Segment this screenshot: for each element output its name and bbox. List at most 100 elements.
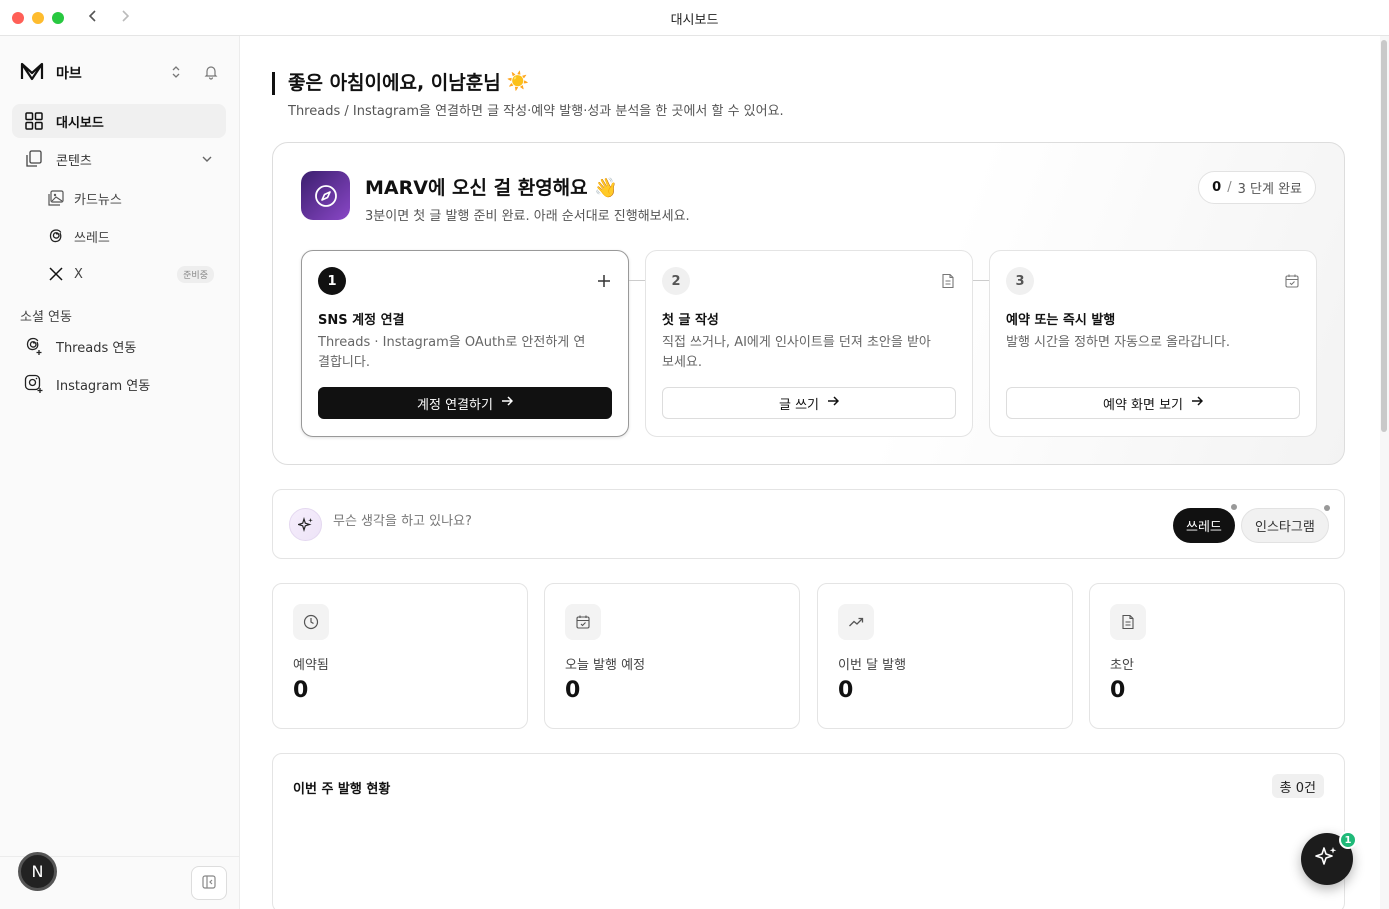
sidebar-item-threads-connect[interactable]: Threads 연동 <box>12 329 226 363</box>
sidebar-item-cardnews[interactable]: 카드뉴스 <box>36 182 226 214</box>
stat-label: 초안 <box>1110 658 1134 673</box>
sidebar-item-x[interactable]: X 준비중 <box>36 258 226 290</box>
wave-emoji-icon: 👋 <box>594 177 618 199</box>
main-content: 좋은 아침이에요, 이남훈님 ☀️ Threads / Instagram을 연… <box>240 36 1380 909</box>
trending-up-icon <box>838 604 874 640</box>
sparkles-icon <box>289 508 322 541</box>
chip-label: 쓰레드 <box>1186 520 1222 535</box>
write-post-button[interactable]: 글 쓰기 <box>662 387 956 419</box>
chevron-down-icon[interactable] <box>200 152 214 166</box>
chevron-up-down-icon[interactable] <box>168 64 184 80</box>
button-label: 예약 화면 보기 <box>1102 397 1184 413</box>
chip-threads[interactable]: 쓰레드 <box>1173 504 1237 543</box>
stat-card-month[interactable]: 이번 달 발행 0 <box>817 583 1073 729</box>
compass-icon <box>301 171 350 220</box>
onboarding-title: MARV에 오신 걸 환영해요 👋 <box>365 173 618 200</box>
step-number: 3 <box>1006 267 1034 295</box>
onboarding-subtitle: 3분이면 첫 글 발행 준비 완료. 아래 순서대로 진행해보세요. <box>365 209 690 224</box>
onboarding-step-3[interactable]: 3 예약 또는 즉시 발행 발행 시간을 정하면 자동으로 올라갑니다. 예약 … <box>989 250 1317 437</box>
step-connector <box>629 280 645 281</box>
bell-icon[interactable] <box>203 64 219 80</box>
composer-card: 쓰레드 인스타그램 <box>272 489 1345 559</box>
document-icon <box>1110 604 1146 640</box>
progress-done-count: 0 <box>1212 180 1222 195</box>
sidebar-sub-label: X <box>74 266 83 282</box>
weekly-title: 이번 주 발행 현황 <box>293 782 391 797</box>
onboarding-title-text: MARV에 오신 걸 환영해요 <box>365 177 588 199</box>
scrollbar-thumb[interactable] <box>1381 40 1387 432</box>
composer-input[interactable] <box>333 514 1033 529</box>
stat-label: 이번 달 발행 <box>838 658 907 673</box>
arrow-right-icon <box>827 395 840 411</box>
sidebar-item-label: Instagram 연동 <box>56 378 151 394</box>
title-bar: 대시보드 <box>0 0 1389 36</box>
button-label: 글 쓰기 <box>778 397 819 413</box>
coming-soon-badge: 준비중 <box>177 265 214 283</box>
view-schedule-button[interactable]: 예약 화면 보기 <box>1006 387 1300 419</box>
greeting-text: 좋은 아침이에요, 이남훈님 <box>288 72 501 94</box>
onboarding-progress-badge: 0 / 3 단계 완료 <box>1198 171 1316 204</box>
sidebar-item-label: Threads 연동 <box>56 340 137 356</box>
brand[interactable]: 마브 <box>20 62 82 84</box>
greeting-accent-bar <box>272 72 275 95</box>
sidebar-sub-label: 카드뉴스 <box>74 192 122 208</box>
threads-icon <box>48 228 64 244</box>
sidebar-collapse-icon <box>202 874 216 893</box>
instagram-plus-icon <box>24 374 44 394</box>
plus-icon <box>596 273 612 289</box>
section-label-social: 소셜 연동 <box>20 310 72 325</box>
stat-value: 0 <box>838 678 854 703</box>
sidebar-item-instagram-connect[interactable]: Instagram 연동 <box>12 367 226 401</box>
button-label: 계정 연결하기 <box>417 397 493 413</box>
greeting-subtitle: Threads / Instagram을 연결하면 글 작성·예약 발행·성과 … <box>288 104 784 119</box>
onboarding-step-2[interactable]: 2 첫 글 작성 직접 쓰거나, AI에게 인사이트를 던져 초안을 받아보세요… <box>645 250 973 437</box>
sparkles-icon <box>1315 845 1339 873</box>
step-description: 직접 쓰거나, AI에게 인사이트를 던져 초안을 받아보세요. <box>662 335 931 370</box>
arrow-right-icon <box>501 395 514 411</box>
weekly-total-badge: 총 0건 <box>1271 774 1324 798</box>
progress-rest: 3 단계 완료 <box>1237 182 1302 197</box>
step-description: 발행 시간을 정하면 자동으로 올라갑니다. <box>1006 335 1230 350</box>
x-logo-icon <box>48 266 64 282</box>
image-stack-icon <box>48 190 64 206</box>
chip-status-dot <box>1230 504 1237 510</box>
stat-card-drafts[interactable]: 초안 0 <box>1089 583 1345 729</box>
clock-icon <box>293 604 329 640</box>
onboarding-step-1[interactable]: 1 SNS 계정 연결 Threads · Instagram을 OAuth로 … <box>301 250 629 437</box>
onboarding-card: MARV에 오신 걸 환영해요 👋 3분이면 첫 글 발행 준비 완료. 아래 … <box>272 142 1345 465</box>
step-connector <box>973 280 989 281</box>
chip-instagram[interactable]: 인스타그램 <box>1241 505 1330 543</box>
sidebar-item-label: 콘텐츠 <box>56 153 92 169</box>
sidebar-item-label: 대시보드 <box>56 115 104 131</box>
stat-label: 오늘 발행 예정 <box>565 658 646 673</box>
connect-account-button[interactable]: 계정 연결하기 <box>318 387 612 419</box>
avatar[interactable]: N <box>18 852 57 891</box>
grid-icon <box>24 111 44 131</box>
step-title: SNS 계정 연결 <box>318 313 405 328</box>
notification-badge: 1 <box>1339 831 1357 849</box>
collapse-sidebar-button[interactable] <box>191 866 227 900</box>
stat-value: 0 <box>565 678 581 703</box>
stat-label: 예약됨 <box>293 658 329 673</box>
chip-label: 인스타그램 <box>1255 520 1315 535</box>
copy-icon <box>24 149 44 169</box>
document-icon <box>940 273 956 289</box>
stat-value: 0 <box>293 678 309 703</box>
sun-emoji-icon: ☀️ <box>506 71 530 92</box>
window-title: 대시보드 <box>670 13 719 28</box>
step-number: 1 <box>318 267 346 295</box>
greeting-title: 좋은 아침이에요, 이남훈님 ☀️ <box>288 68 529 95</box>
stat-card-scheduled[interactable]: 예약됨 0 <box>272 583 528 729</box>
calendar-check-icon <box>565 604 601 640</box>
stat-card-today[interactable]: 오늘 발행 예정 0 <box>544 583 800 729</box>
sidebar-item-dashboard[interactable]: 대시보드 <box>12 104 226 138</box>
step-description: Threads · Instagram을 OAuth로 안전하게 연결합니다. <box>318 335 586 370</box>
sidebar-item-content[interactable]: 콘텐츠 <box>12 142 226 176</box>
progress-slash: / <box>1227 180 1232 195</box>
ai-assistant-button[interactable]: 1 <box>1301 831 1357 885</box>
threads-plus-icon <box>24 336 44 356</box>
stat-value: 0 <box>1110 678 1126 703</box>
sidebar-item-threads[interactable]: 쓰레드 <box>36 220 226 252</box>
step-title: 예약 또는 즉시 발행 <box>1006 313 1116 328</box>
sidebar: 마브 대시보드 콘텐츠 카드뉴스 쓰레드 X 준비중 소셜 연동 Threads… <box>0 36 240 909</box>
